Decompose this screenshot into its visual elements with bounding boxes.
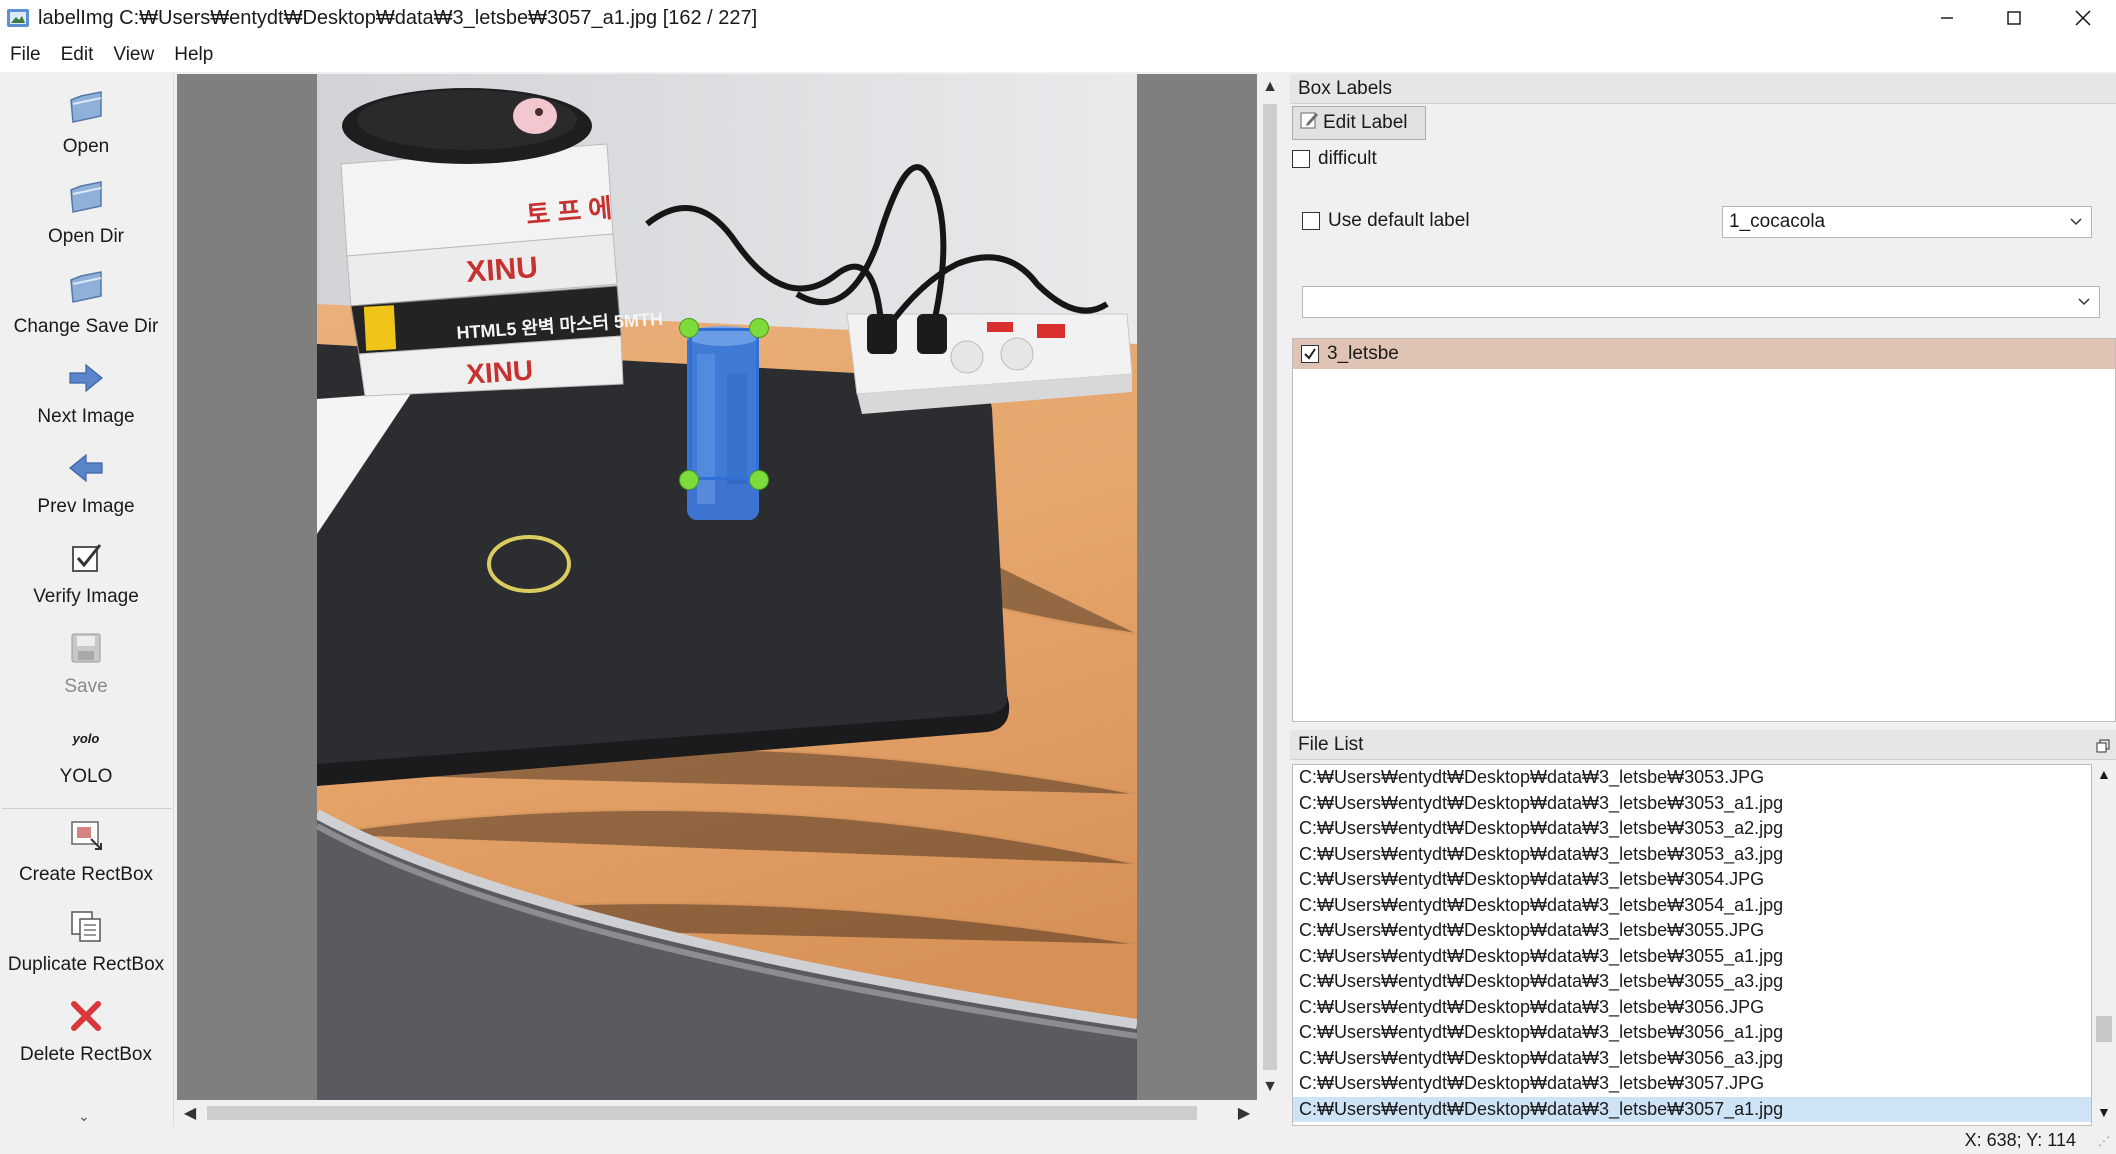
save-button[interactable]: Save: [0, 628, 172, 698]
canvas-vertical-scrollbar[interactable]: ▲ ▼: [1257, 74, 1283, 1100]
maximize-icon: [2007, 11, 2021, 25]
resize-grip-icon[interactable]: ⋰: [2098, 1134, 2110, 1148]
image-canvas[interactable]: XINU HTML5 완벽 마스터 5MTH XINU 토 프 에: [177, 74, 1257, 1100]
horizontal-scroll-thumb[interactable]: [207, 1106, 1197, 1120]
label-list: 3_letsbe: [1292, 338, 2116, 722]
yolo-format-button[interactable]: yolo YOLO: [0, 718, 172, 788]
expand-toolbar-icon[interactable]: ⌄: [78, 1108, 90, 1125]
copy-icon: [66, 906, 106, 946]
change-save-dir-button[interactable]: Change Save Dir: [0, 268, 172, 338]
open-dir-button[interactable]: Open Dir: [0, 178, 172, 248]
file-list-scroll-thumb[interactable]: [2096, 1016, 2112, 1042]
svg-text:XINU: XINU: [465, 251, 539, 289]
toolbar-divider: [2, 808, 172, 809]
file-list-item[interactable]: C:₩Users₩entydt₩Desktop₩data₩3_letsbe₩30…: [1293, 944, 2091, 970]
prev-image-button[interactable]: Prev Image: [0, 448, 172, 518]
file-list-item[interactable]: C:₩Users₩entydt₩Desktop₩data₩3_letsbe₩30…: [1293, 765, 2091, 791]
menu-bar: File Edit View Help: [0, 38, 2116, 72]
float-panel-icon[interactable]: [2096, 733, 2110, 763]
close-icon: [2075, 10, 2091, 26]
next-image-button[interactable]: Next Image: [0, 358, 172, 428]
checkmark-icon: [1304, 348, 1316, 360]
file-list-panel: File List C:₩Users₩entydt₩Desktop₩data₩3…: [1290, 730, 2116, 1126]
chevron-down-icon: [2077, 291, 2091, 317]
file-list-item[interactable]: C:₩Users₩entydt₩Desktop₩data₩3_letsbe₩30…: [1293, 995, 2091, 1021]
folder-open-icon: [66, 88, 106, 128]
edit-icon: [1299, 110, 1319, 136]
create-rect-icon: [66, 816, 106, 856]
checkbox-checked-icon: [66, 538, 106, 578]
canvas-horizontal-scrollbar[interactable]: ◀ ▶: [177, 1100, 1257, 1126]
default-label-select[interactable]: 1_cocacola: [1722, 206, 2092, 238]
minimize-button[interactable]: [1914, 0, 1980, 36]
open-button[interactable]: Open: [0, 88, 172, 158]
folder-open-icon: [66, 178, 106, 218]
scroll-right-icon[interactable]: ▶: [1231, 1100, 1257, 1126]
scroll-up-icon[interactable]: ▲: [2097, 766, 2111, 782]
app-icon: [6, 6, 30, 30]
arrow-left-icon: [66, 448, 106, 488]
file-list-item[interactable]: C:₩Users₩entydt₩Desktop₩data₩3_letsbe₩30…: [1293, 842, 2091, 868]
delete-rectbox-button[interactable]: Delete RectBox: [0, 996, 172, 1066]
status-bar: X: 638; Y: 114 ⋰: [0, 1128, 2116, 1154]
chevron-down-icon: [2069, 211, 2083, 237]
difficult-checkbox[interactable]: [1292, 150, 1310, 168]
scroll-up-icon[interactable]: ▲: [1257, 74, 1283, 100]
label-visible-checkbox[interactable]: [1301, 345, 1319, 363]
menu-file[interactable]: File: [0, 38, 51, 72]
use-default-label-checkbox[interactable]: [1302, 212, 1320, 230]
file-list-item[interactable]: C:₩Users₩entydt₩Desktop₩data₩3_letsbe₩30…: [1293, 1071, 2091, 1097]
cursor-coordinates: X: 638; Y: 114: [1964, 1130, 2076, 1150]
window-title: labelImg C:₩Users₩entydt₩Desktop₩data₩3_…: [38, 7, 758, 29]
bounding-box[interactable]: [689, 328, 759, 480]
menu-help[interactable]: Help: [164, 38, 223, 72]
tools-toolbar: Open Open Dir Change Save Dir Next Image…: [0, 74, 174, 1126]
arrow-right-icon: [66, 358, 106, 398]
file-list-item-selected[interactable]: C:₩Users₩entydt₩Desktop₩data₩3_letsbe₩30…: [1293, 1096, 2091, 1122]
file-list-item[interactable]: C:₩Users₩entydt₩Desktop₩data₩3_letsbe₩30…: [1293, 791, 2091, 817]
verify-image-button[interactable]: Verify Image: [0, 538, 172, 608]
label-combo-select[interactable]: [1302, 286, 2100, 318]
delete-x-icon: [66, 996, 106, 1036]
title-bar: labelImg C:₩Users₩entydt₩Desktop₩data₩3_…: [0, 0, 2116, 38]
box-labels-header: Box Labels: [1290, 74, 2116, 104]
file-list-item[interactable]: C:₩Users₩entydt₩Desktop₩data₩3_letsbe₩30…: [1293, 867, 2091, 893]
bbox-handle-bottom-right[interactable]: [749, 470, 769, 490]
scroll-left-icon[interactable]: ◀: [177, 1100, 203, 1126]
maximize-button[interactable]: [1981, 0, 2047, 36]
menu-view[interactable]: View: [103, 38, 164, 72]
edit-label-button[interactable]: Edit Label: [1292, 106, 1426, 140]
bbox-handle-top-right[interactable]: [749, 318, 769, 338]
file-list-item[interactable]: C:₩Users₩entydt₩Desktop₩data₩3_letsbe₩30…: [1293, 893, 2091, 919]
vertical-scroll-thumb[interactable]: [1263, 104, 1277, 1070]
duplicate-rectbox-button[interactable]: Duplicate RectBox: [0, 906, 172, 976]
file-list-header: File List: [1290, 730, 2116, 760]
yolo-icon: yolo: [72, 730, 100, 746]
menu-edit[interactable]: Edit: [51, 38, 104, 72]
file-list-item[interactable]: C:₩Users₩entydt₩Desktop₩data₩3_letsbe₩30…: [1293, 969, 2091, 995]
file-list: C:₩Users₩entydt₩Desktop₩data₩3_letsbe₩30…: [1292, 764, 2092, 1126]
label-list-item[interactable]: 3_letsbe: [1293, 339, 2115, 369]
create-rectbox-button[interactable]: Create RectBox: [0, 816, 172, 886]
minimize-icon: [1941, 17, 1953, 19]
bbox-handle-bottom-left[interactable]: [679, 470, 699, 490]
scroll-down-icon[interactable]: ▼: [2097, 1104, 2111, 1120]
file-list-item[interactable]: C:₩Users₩entydt₩Desktop₩data₩3_letsbe₩30…: [1293, 816, 2091, 842]
close-button[interactable]: [2050, 0, 2116, 36]
file-list-item[interactable]: C:₩Users₩entydt₩Desktop₩data₩3_letsbe₩30…: [1293, 918, 2091, 944]
file-list-scrollbar[interactable]: ▲ ▼: [2092, 764, 2116, 1126]
annotated-image[interactable]: XINU HTML5 완벽 마스터 5MTH XINU 토 프 에: [317, 74, 1137, 1100]
scroll-down-icon[interactable]: ▼: [1257, 1074, 1283, 1100]
difficult-row: difficult: [1292, 148, 1377, 170]
file-list-item[interactable]: C:₩Users₩entydt₩Desktop₩data₩3_letsbe₩30…: [1293, 1020, 2091, 1046]
floppy-disk-icon: [66, 628, 106, 668]
box-labels-panel: Box Labels Edit Label difficult Use defa…: [1290, 74, 2116, 724]
folder-open-icon: [66, 268, 106, 308]
svg-text:XINU: XINU: [465, 354, 534, 390]
file-list-item[interactable]: C:₩Users₩entydt₩Desktop₩data₩3_letsbe₩30…: [1293, 1046, 2091, 1072]
bbox-handle-top-left[interactable]: [679, 318, 699, 338]
use-default-label-row: Use default label: [1302, 210, 1470, 232]
